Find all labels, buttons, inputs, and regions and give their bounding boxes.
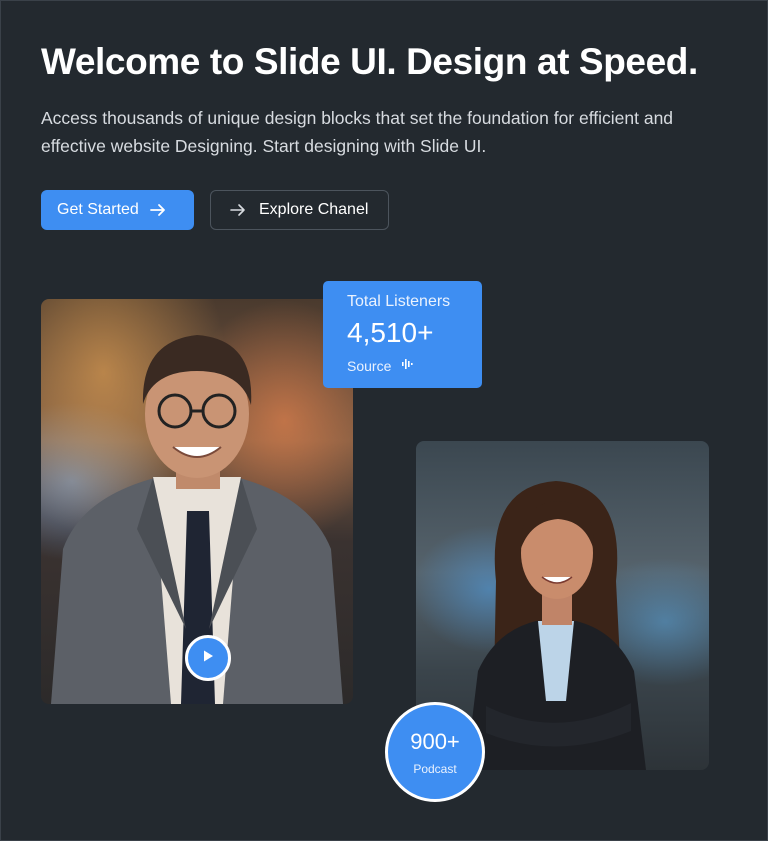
podcast-count-value: 900+ <box>410 728 460 754</box>
podcast-count-badge: 900+ Podcast <box>385 702 485 802</box>
audio-wave-icon <box>401 357 415 374</box>
hero-section: Welcome to Slide UI. Design at Speed. Ac… <box>0 0 768 841</box>
total-listeners-card: Total Listeners 4,510+ Source <box>323 281 482 388</box>
hero-description: Access thousands of unique design blocks… <box>41 108 674 156</box>
arrow-right-icon <box>229 201 247 219</box>
source-label: Source <box>347 357 392 374</box>
get-started-label: Get Started <box>57 201 139 218</box>
get-started-button[interactable]: Get Started <box>41 190 194 230</box>
podcast-count-label: Podcast <box>413 761 457 776</box>
play-icon <box>201 649 215 668</box>
arrow-right-icon <box>149 201 167 219</box>
stat-source: Source <box>347 357 482 374</box>
total-listeners-value: 4,510+ <box>347 317 434 348</box>
play-video-button[interactable] <box>185 635 231 681</box>
explore-channel-label: Explore Chanel <box>259 201 369 218</box>
hero-title: Welcome to Slide UI. Design at Speed. <box>41 41 698 82</box>
explore-channel-button[interactable]: Explore Chanel <box>210 190 389 230</box>
total-listeners-label: Total Listeners <box>347 293 451 310</box>
